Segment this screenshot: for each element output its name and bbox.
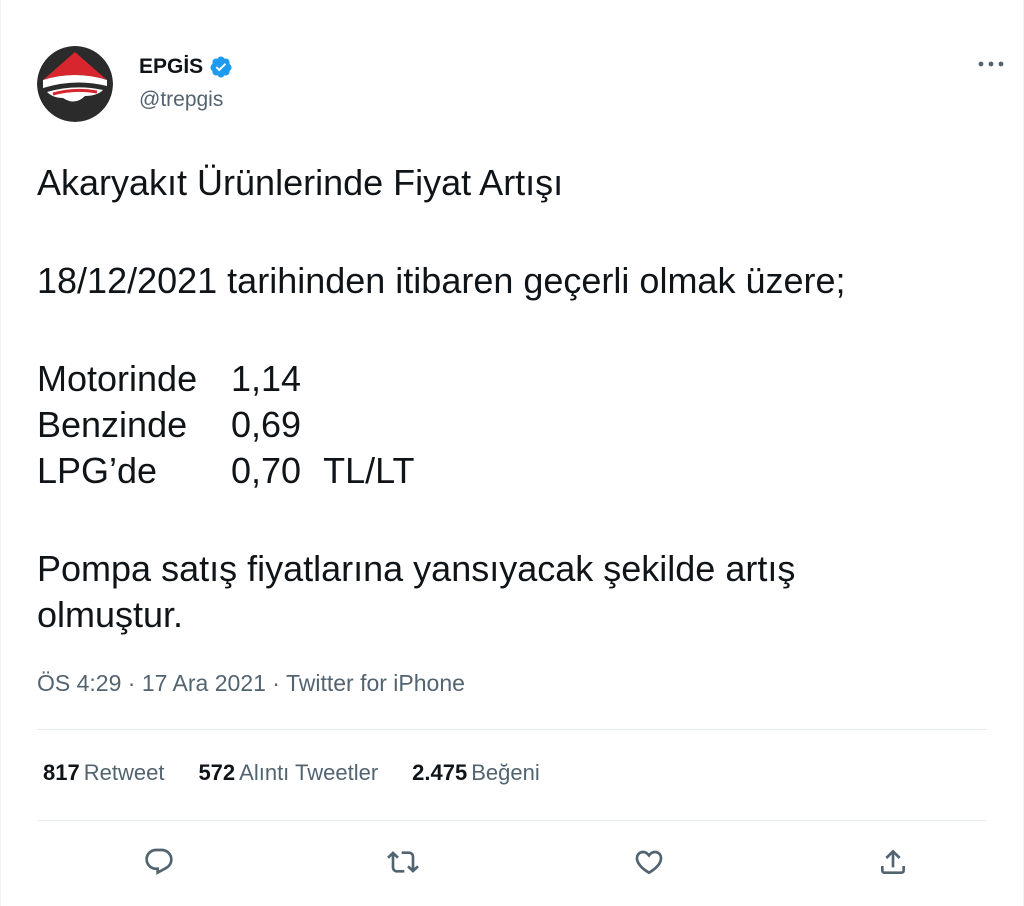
like-button[interactable] <box>627 840 671 884</box>
meta-separator: · <box>272 670 280 696</box>
divider <box>37 729 987 730</box>
price-label: Motorinde <box>37 358 198 399</box>
display-name-row: EPGİS <box>139 52 233 82</box>
tweet-actions <box>1 840 1024 884</box>
tweet-title: Akaryakıt Ürünlerinde Fiyat Artışı <box>37 162 564 203</box>
tweet-closing-line: Pompa satış fiyatlarına yansıyacak şekil… <box>37 548 796 589</box>
tweet-closing-line: olmuştur. <box>37 594 184 635</box>
like-count[interactable]: 2.475 Beğeni <box>412 760 540 786</box>
tweet-date-line: 18/12/2021 tarihinden itibaren geçerli o… <box>37 260 846 301</box>
reply-button[interactable] <box>137 840 181 884</box>
handle[interactable]: @trepgis <box>139 88 233 112</box>
tweet-date[interactable]: 17 Ara 2021 <box>142 670 266 696</box>
retweet-icon <box>387 851 419 873</box>
retweet-count[interactable]: 817 Retweet <box>43 760 164 786</box>
share-button[interactable] <box>871 840 915 884</box>
display-name[interactable]: EPGİS <box>139 55 203 79</box>
price-row-motorin: Motorinde 1,14 <box>37 356 977 402</box>
author-names: EPGİS @trepgis <box>139 52 233 112</box>
tweet-time[interactable]: ÖS 4:29 <box>37 670 121 696</box>
dots-icon <box>978 61 1004 67</box>
tweet-stats: 817 Retweet 572 Alıntı Tweetler 2.475 Beğen… <box>43 760 540 786</box>
price-value: 0,70 <box>231 450 302 491</box>
retweet-button[interactable] <box>381 840 425 884</box>
price-row-benzin: Benzinde 0,69 <box>37 402 977 448</box>
price-label: Benzinde <box>37 404 188 445</box>
price-label: LPG’de <box>37 450 158 491</box>
tweet-card: EPGİS @trepgis Akaryakıt Ürünlerinde Fiy… <box>0 0 1024 906</box>
more-options-icon[interactable] <box>973 52 1009 76</box>
like-icon <box>635 850 663 875</box>
price-value: 1,14 <box>231 358 302 399</box>
epgis-logo-icon <box>37 46 113 122</box>
share-icon <box>881 849 905 874</box>
verified-badge-icon <box>210 56 232 78</box>
avatar[interactable] <box>37 46 113 122</box>
quote-tweet-count[interactable]: 572 Alıntı Tweetler <box>198 760 378 786</box>
meta-separator: · <box>127 670 136 696</box>
tweet-source[interactable]: Twitter for iPhone <box>286 670 465 696</box>
price-row-lpg: LPG’de 0,70 TL/LT <box>37 448 977 494</box>
price-unit: TL/LT <box>323 450 415 491</box>
tweet-text: Akaryakıt Ürünlerinde Fiyat Artışı 18/12… <box>37 160 977 638</box>
reply-icon <box>145 848 173 875</box>
divider <box>37 820 987 821</box>
tweet-meta: ÖS 4:29 · 17 Ara 2021 · Twitter for iPho… <box>37 670 465 697</box>
price-value: 0,69 <box>231 404 302 445</box>
